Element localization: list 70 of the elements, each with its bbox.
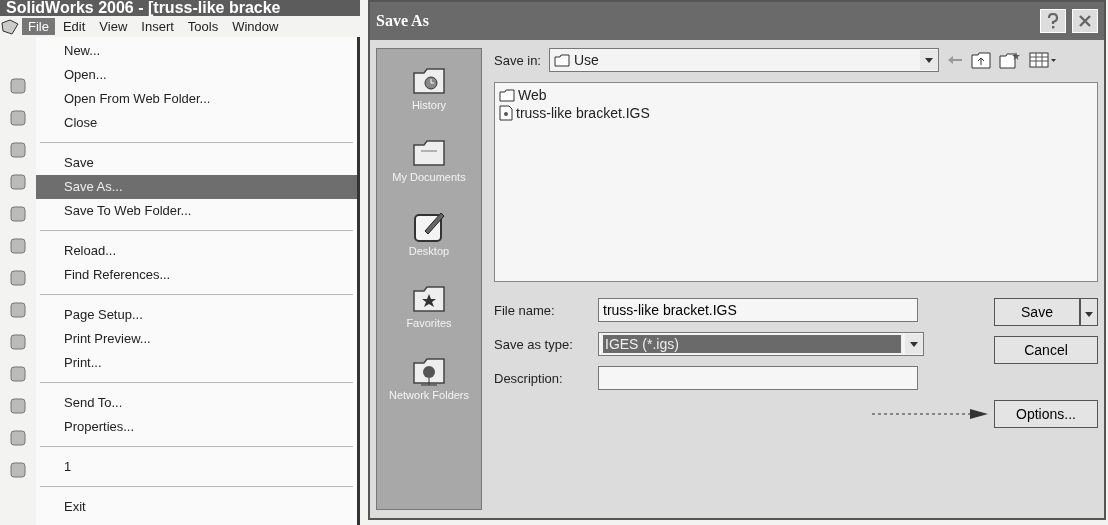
toolbar-icon[interactable] <box>9 77 27 95</box>
save-button[interactable]: Save <box>994 298 1080 326</box>
file-name[interactable]: truss-like bracket.IGS <box>516 105 650 121</box>
menu-item[interactable]: Print Preview... <box>36 327 357 351</box>
caret-icon <box>925 57 933 63</box>
app-logo-icon <box>0 18 20 35</box>
cancel-button[interactable]: Cancel <box>994 336 1098 364</box>
menu-item[interactable]: 1 <box>36 455 357 479</box>
description-label: Description: <box>494 370 564 386</box>
folder-star-icon <box>411 283 447 315</box>
help-icon <box>1047 13 1059 29</box>
description-field[interactable] <box>598 366 918 390</box>
toolbar-icon[interactable] <box>9 173 27 191</box>
menubar-item[interactable]: Edit <box>56 18 92 35</box>
file-name[interactable]: Web <box>518 87 547 103</box>
menubar-item[interactable]: View <box>93 18 134 35</box>
menubar-item[interactable]: Window <box>226 18 285 35</box>
toolbar-icon[interactable] <box>9 461 27 479</box>
up-folder-icon[interactable] <box>971 51 991 69</box>
save-dropdown-button[interactable] <box>1080 298 1098 326</box>
toolbar-icon[interactable] <box>9 429 27 447</box>
menubar-item[interactable]: Tools <box>181 18 225 35</box>
save-as-type-label: Save as type: <box>494 336 574 352</box>
toolbar-icon[interactable] <box>9 205 27 223</box>
folder-clock-icon <box>411 65 447 97</box>
back-arrow-icon[interactable] <box>947 54 963 66</box>
menu-item[interactable]: Save <box>36 151 357 175</box>
menu-item[interactable]: Open... <box>36 63 357 87</box>
file-name-field[interactable]: truss-like bracket.IGS <box>598 298 918 322</box>
menu-item[interactable]: Find References... <box>36 263 357 287</box>
menu-item[interactable]: Save As... <box>36 175 357 199</box>
toolbar-icon[interactable] <box>9 397 27 415</box>
new-folder-icon[interactable] <box>999 51 1021 69</box>
save-in-label: Save in: <box>494 52 541 68</box>
caret-icon <box>1085 312 1093 317</box>
folder-icon <box>499 88 515 102</box>
help-button[interactable] <box>1040 9 1066 33</box>
caret-icon <box>910 341 918 347</box>
options-button[interactable]: Options... <box>994 400 1098 428</box>
toolbar-icon[interactable] <box>9 141 27 159</box>
menu-item[interactable]: Reload... <box>36 239 357 263</box>
toolbar-icon[interactable] <box>9 333 27 351</box>
folder-icon <box>411 137 447 169</box>
close-button[interactable] <box>1072 9 1098 33</box>
toolbar-icon[interactable] <box>9 365 27 383</box>
menu-item[interactable]: Send To... <box>36 391 357 415</box>
menu-item[interactable]: Close <box>36 111 357 135</box>
toolbar-icon[interactable] <box>9 301 27 319</box>
save-as-type-dropdown[interactable]: IGES (*.igs) <box>598 332 924 356</box>
menubar-item[interactable]: File <box>22 18 55 35</box>
menu-item[interactable]: Print... <box>36 351 357 375</box>
toolbar-icon[interactable] <box>9 269 27 287</box>
view-menu-icon[interactable] <box>1029 52 1057 68</box>
toolbar-icon[interactable] <box>9 237 27 255</box>
window-title: SolidWorks 2006 - [truss-like bracke <box>0 0 360 16</box>
menu-item[interactable]: Properties... <box>36 415 357 439</box>
menu-item[interactable]: New... <box>36 39 357 63</box>
save-in-dropdown[interactable]: Use <box>549 48 939 72</box>
toolbar-icon[interactable] <box>9 109 27 127</box>
folder-globe-icon <box>411 355 447 387</box>
menubar-item[interactable]: Insert <box>135 18 180 35</box>
close-icon <box>1078 14 1092 28</box>
menu-item[interactable]: Exit <box>36 495 357 519</box>
menu-item[interactable]: Open From Web Folder... <box>36 87 357 111</box>
document-icon <box>499 105 513 121</box>
dialog-title: Save As <box>376 12 430 30</box>
folder-icon <box>554 53 570 67</box>
menu-item[interactable]: Page Setup... <box>36 303 357 327</box>
menu-item[interactable]: Save To Web Folder... <box>36 199 357 223</box>
file-name-label: File name: <box>494 302 556 318</box>
